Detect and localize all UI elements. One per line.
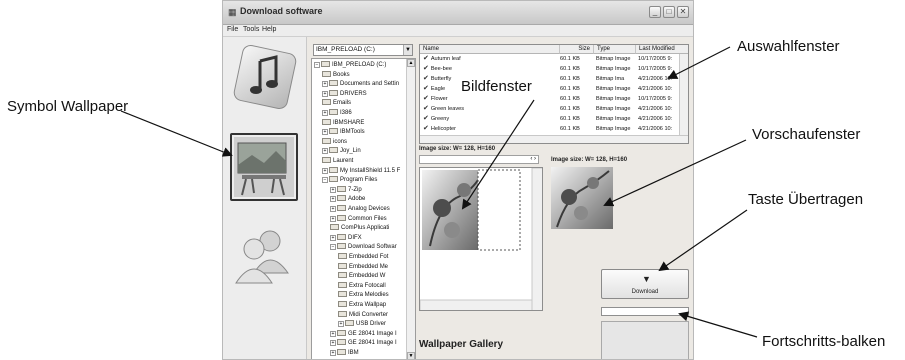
arrow-taste-uebertragen xyxy=(658,209,748,272)
arrow-symbol-wallpaper xyxy=(120,110,233,157)
callout-arrows xyxy=(120,46,758,338)
arrow-vorschaufenster xyxy=(603,139,747,207)
arrow-auswahlfenster xyxy=(667,46,731,79)
arrow-bildfenster xyxy=(461,99,535,210)
arrow-fortschrittsbalken xyxy=(678,311,758,338)
annotated-screenshot: ▦ Download software _ □ ✕ File Tools Hel… xyxy=(0,0,905,360)
